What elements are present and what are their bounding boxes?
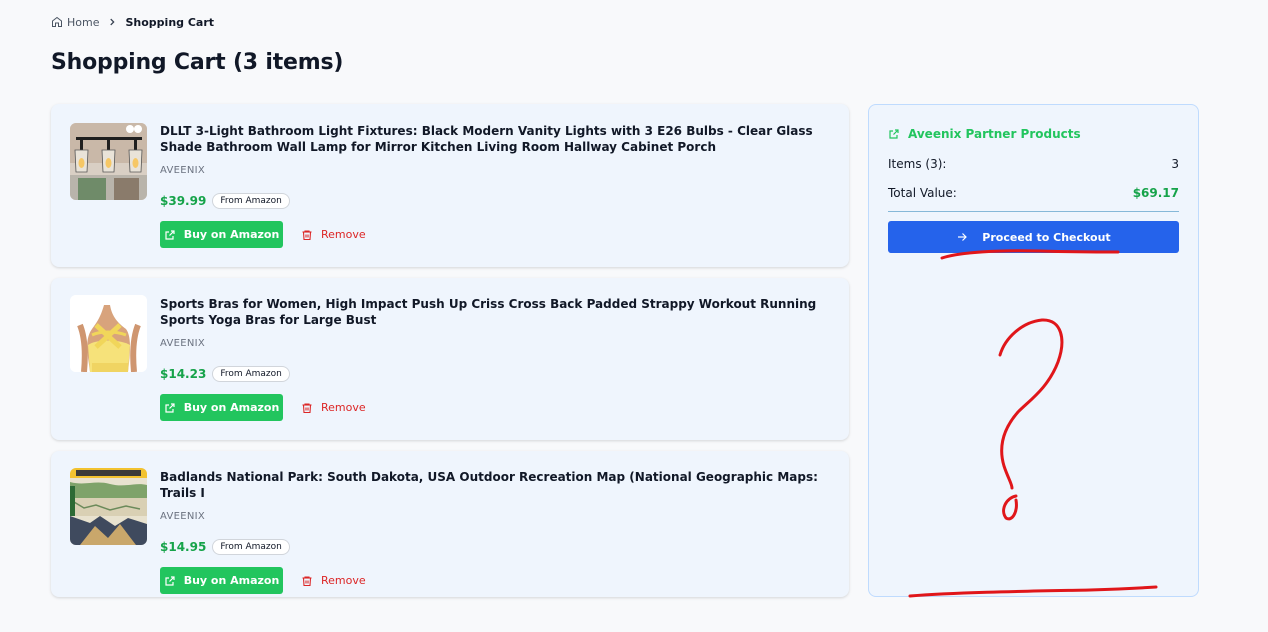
remove-button[interactable]: Remove <box>301 401 366 414</box>
product-brand: AVEENIX <box>160 165 206 176</box>
checkout-button-label: Proceed to Checkout <box>982 230 1111 244</box>
external-link-icon <box>165 229 175 240</box>
source-badge: From Amazon <box>212 539 290 555</box>
remove-button[interactable]: Remove <box>301 574 366 587</box>
item-details: Sports Bras for Women, High Impact Push … <box>160 296 825 421</box>
product-price: $39.99 <box>160 194 207 208</box>
external-link-icon <box>889 129 899 139</box>
source-badge: From Amazon <box>212 193 290 209</box>
page-title: Shopping Cart (3 items) <box>51 50 344 75</box>
item-actions: Buy on Amazon Remove <box>160 567 825 594</box>
cart-item: DLLT 3-Light Bathroom Light Fixtures: Bl… <box>51 104 849 267</box>
breadcrumb-home-link[interactable]: Home <box>51 16 99 29</box>
proceed-to-checkout-button[interactable]: Proceed to Checkout <box>888 221 1179 253</box>
items-count-value: 3 <box>1171 157 1179 171</box>
remove-button-label: Remove <box>321 228 366 241</box>
summary-heading-label: Aveenix Partner Products <box>908 127 1081 141</box>
price-row: $14.23 From Amazon <box>160 365 825 383</box>
product-price: $14.23 <box>160 367 207 381</box>
cart-item: Sports Bras for Women, High Impact Push … <box>51 278 849 440</box>
items-count-row: Items (3): 3 <box>888 157 1179 171</box>
product-image[interactable] <box>70 295 147 372</box>
price-row: $39.99 From Amazon <box>160 192 825 210</box>
item-details: DLLT 3-Light Bathroom Light Fixtures: Bl… <box>160 123 825 248</box>
buy-button-label: Buy on Amazon <box>183 574 280 587</box>
summary-heading: Aveenix Partner Products <box>888 127 1081 141</box>
item-actions: Buy on Amazon Remove <box>160 221 825 248</box>
breadcrumb-current: Shopping Cart <box>125 15 215 29</box>
remove-button-label: Remove <box>321 401 366 414</box>
home-icon <box>52 16 62 27</box>
external-link-icon <box>165 402 175 413</box>
items-count-label: Items (3): <box>888 157 947 171</box>
total-value-label: Total Value: <box>888 186 957 200</box>
external-link-icon <box>165 575 175 586</box>
product-image[interactable] <box>70 123 147 200</box>
summary-divider <box>888 211 1179 212</box>
product-title[interactable]: Sports Bras for Women, High Impact Push … <box>160 296 825 328</box>
cart-item: Badlands National Park: South Dakota, US… <box>51 451 849 597</box>
trash-icon <box>302 575 312 586</box>
item-actions: Buy on Amazon Remove <box>160 394 825 421</box>
product-price: $14.95 <box>160 540 207 554</box>
buy-button-label: Buy on Amazon <box>183 228 280 241</box>
remove-button[interactable]: Remove <box>301 228 366 241</box>
product-title[interactable]: DLLT 3-Light Bathroom Light Fixtures: Bl… <box>160 123 825 155</box>
product-title[interactable]: Badlands National Park: South Dakota, US… <box>160 469 825 501</box>
trash-icon <box>302 402 312 413</box>
remove-button-label: Remove <box>321 574 366 587</box>
trash-icon <box>302 229 312 240</box>
breadcrumb-home-label: Home <box>67 15 100 29</box>
buy-on-amazon-button[interactable]: Buy on Amazon <box>160 394 283 421</box>
arrow-right-icon <box>958 233 968 241</box>
total-value-row: Total Value: $69.17 <box>888 186 1179 200</box>
total-value-amount: $69.17 <box>1132 186 1179 200</box>
chevron-right-icon <box>107 17 117 27</box>
product-image[interactable] <box>70 468 147 545</box>
product-brand: AVEENIX <box>160 338 206 349</box>
source-badge: From Amazon <box>212 366 290 382</box>
breadcrumb: Home Shopping Cart <box>51 14 214 30</box>
product-brand: AVEENIX <box>160 511 206 522</box>
buy-on-amazon-button[interactable]: Buy on Amazon <box>160 567 283 594</box>
item-details: Badlands National Park: South Dakota, US… <box>160 469 825 594</box>
buy-button-label: Buy on Amazon <box>183 401 280 414</box>
order-summary-panel: Aveenix Partner Products Items (3): 3 To… <box>868 104 1199 597</box>
price-row: $14.95 From Amazon <box>160 538 825 556</box>
buy-on-amazon-button[interactable]: Buy on Amazon <box>160 221 283 248</box>
